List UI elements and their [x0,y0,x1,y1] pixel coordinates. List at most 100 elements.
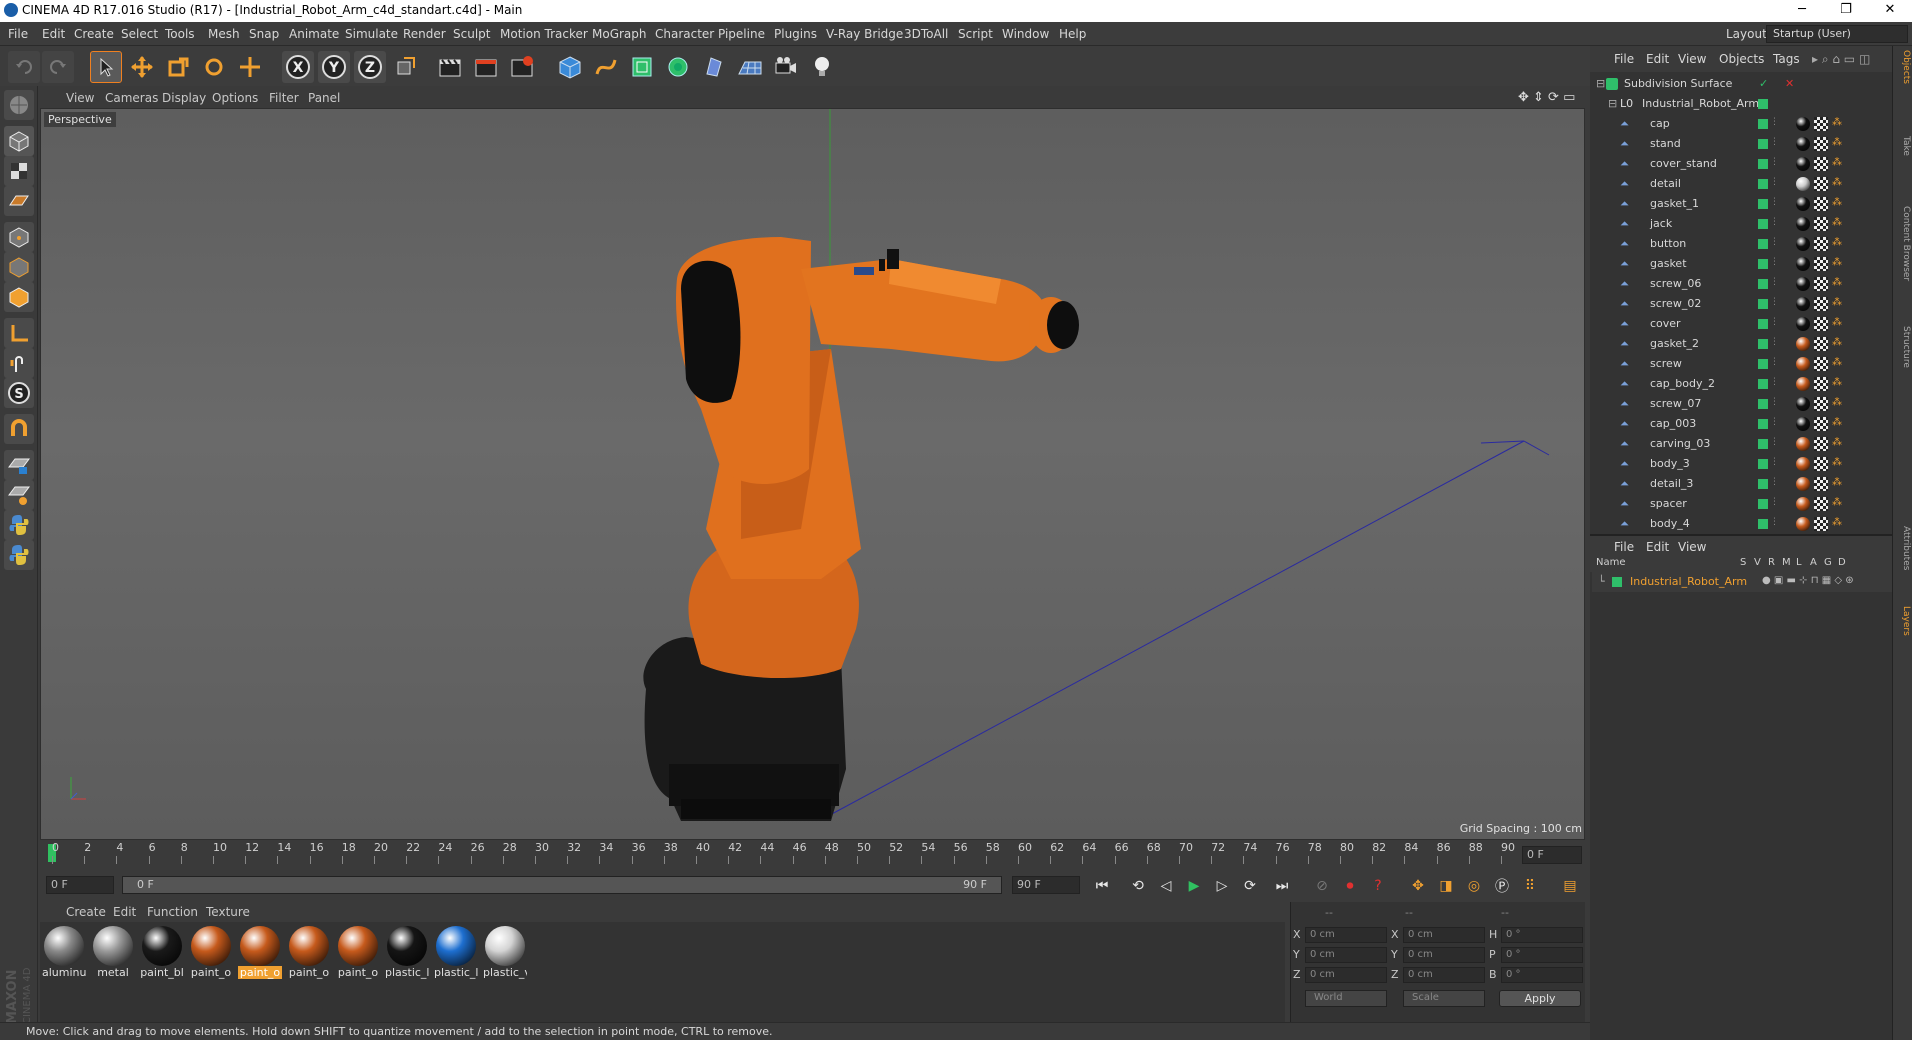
menu-mesh[interactable]: Mesh [208,27,240,41]
render-dot[interactable]: ⋮ [1770,237,1779,247]
end-frame-field[interactable]: 90 F [1012,876,1080,894]
camera-icon[interactable] [770,51,802,83]
visibility-dot[interactable] [1758,139,1768,149]
y-axis-lock-icon[interactable]: Y [318,51,350,83]
render-dot[interactable]: ⋮ [1770,517,1779,527]
material-tag-icon[interactable] [1796,297,1810,311]
render-dot[interactable]: ⋮ [1770,497,1779,507]
material-swatch[interactable]: paint_bl [140,926,184,988]
phong-tag-icon[interactable]: ⁂ [1832,317,1842,328]
menu-3dtoall[interactable]: 3DToAll [904,27,948,41]
material-tag-icon[interactable] [1796,357,1810,371]
material-swatch[interactable]: paint_o [238,926,282,988]
material-swatch[interactable]: plastic_v [483,926,527,988]
objects-menu-file[interactable]: File [1614,52,1634,66]
material-menu-create[interactable]: Create [66,905,106,919]
uvw-tag-icon[interactable] [1814,517,1828,531]
viewport-menu-display[interactable]: Display [162,91,206,105]
material-tag-icon[interactable] [1796,117,1810,131]
snap-magnet-icon[interactable] [4,414,34,444]
object-row[interactable]: ⏶ cap ⋮ ⁂ [1592,114,1892,134]
move-tool-icon[interactable] [126,51,158,83]
render-dot[interactable]: ⋮ [1770,277,1779,287]
key-position-icon[interactable]: ✥ [1406,874,1430,898]
material-menu-function[interactable]: Function [147,905,198,919]
phong-tag-icon[interactable]: ⁂ [1832,177,1842,188]
visibility-dot[interactable] [1758,339,1768,349]
phong-tag-icon[interactable]: ⁂ [1832,497,1842,508]
uvw-tag-icon[interactable] [1814,217,1828,231]
visibility-dot[interactable] [1758,299,1768,309]
menu-pipeline[interactable]: Pipeline [718,27,765,41]
phong-tag-icon[interactable]: ⁂ [1832,217,1842,228]
phong-tag-icon[interactable]: ⁂ [1832,397,1842,408]
edges-mode-icon[interactable] [4,252,34,282]
floor-icon[interactable] [734,51,766,83]
restore-button[interactable]: ❐ [1824,0,1868,22]
polygons-mode-icon[interactable] [4,282,34,312]
render-dot[interactable]: ⋮ [1770,337,1779,347]
uvw-tag-icon[interactable] [1814,317,1828,331]
render-dot[interactable]: ⋮ [1770,117,1779,127]
workplane-align-icon[interactable] [4,480,34,510]
menu-tools[interactable]: Tools [165,27,195,41]
side-tab[interactable]: Content Browser [1895,206,1911,281]
render-dot[interactable]: ⋮ [1770,157,1779,167]
layer-column-header[interactable]: M [1782,557,1791,568]
object-row[interactable]: ⏶ cover_stand ⋮ ⁂ [1592,154,1892,174]
render-dot[interactable]: ⋮ [1770,197,1779,207]
material-tag-icon[interactable] [1796,497,1810,511]
object-row[interactable]: ⏶ gasket_1 ⋮ ⁂ [1592,194,1892,214]
visibility-dot[interactable] [1758,419,1768,429]
uvw-tag-icon[interactable] [1814,137,1828,151]
phong-tag-icon[interactable]: ⁂ [1832,257,1842,268]
render-dot[interactable]: ⋮ [1770,177,1779,187]
menu-animate[interactable]: Animate [289,27,339,41]
menu-render[interactable]: Render [403,27,446,41]
layer-column-header[interactable]: R [1768,557,1775,568]
pos-y-field[interactable]: 0 cm [1305,947,1387,963]
phong-tag-icon[interactable]: ⁂ [1832,357,1842,368]
phong-tag-icon[interactable]: ⁂ [1832,437,1842,448]
scale-tool-icon[interactable] [162,51,194,83]
phong-tag-icon[interactable]: ⁂ [1832,517,1842,528]
material-menu-edit[interactable]: Edit [113,905,136,919]
render-dot[interactable]: ⋮ [1770,317,1779,327]
rot-h-field[interactable]: 0 ° [1501,927,1583,943]
render-dot[interactable]: ⋮ [1770,477,1779,487]
visibility-dot[interactable] [1758,399,1768,409]
material-tag-icon[interactable] [1796,477,1810,491]
menu-snap[interactable]: Snap [249,27,279,41]
objects-menu-edit[interactable]: Edit [1646,52,1669,66]
material-tag-icon[interactable] [1796,257,1810,271]
material-swatch[interactable]: plastic_l [385,926,429,988]
python-console-icon[interactable] [4,540,34,570]
coord-system-dropdown[interactable]: World [1305,990,1387,1007]
subdivision-surface-icon[interactable] [626,51,658,83]
objects-menu-objects[interactable]: Objects [1719,52,1764,66]
object-row[interactable]: ⏶ cover ⋮ ⁂ [1592,314,1892,334]
viewport-menu-filter[interactable]: Filter [269,91,299,105]
menu-simulate[interactable]: Simulate [345,27,398,41]
phong-tag-icon[interactable]: ⁂ [1832,417,1842,428]
z-axis-lock-icon[interactable]: Z [354,51,386,83]
side-tab[interactable]: Take [1895,136,1911,156]
object-row-industrial-robot-arm[interactable]: ⊟ L0 Industrial_Robot_Arm [1592,94,1892,114]
render-dot[interactable]: ⋮ [1770,217,1779,227]
uvw-tag-icon[interactable] [1814,377,1828,391]
object-row[interactable]: ⏶ screw_07 ⋮ ⁂ [1592,394,1892,414]
layer-row[interactable]: └ Industrial_Robot_Arm ● ▣ ▬ ⊹ ⊓ ▦ ◇ ⊛ [1592,572,1892,592]
object-row[interactable]: ⏶ spacer ⋮ ⁂ [1592,494,1892,514]
layer-column-header[interactable]: L [1796,557,1802,568]
visibility-dot[interactable] [1758,379,1768,389]
visibility-dot[interactable] [1758,239,1768,249]
pen-spline-icon[interactable] [590,51,622,83]
visibility-dot[interactable] [1758,119,1768,129]
render-dot[interactable]: ⋮ [1770,357,1779,367]
object-row[interactable]: ⏶ button ⋮ ⁂ [1592,234,1892,254]
rotate-tool-icon[interactable] [198,51,230,83]
uvw-tag-icon[interactable] [1814,257,1828,271]
visibility-dot[interactable] [1758,219,1768,229]
object-row[interactable]: ⏶ carving_03 ⋮ ⁂ [1592,434,1892,454]
render-dot[interactable]: ⋮ [1770,417,1779,427]
